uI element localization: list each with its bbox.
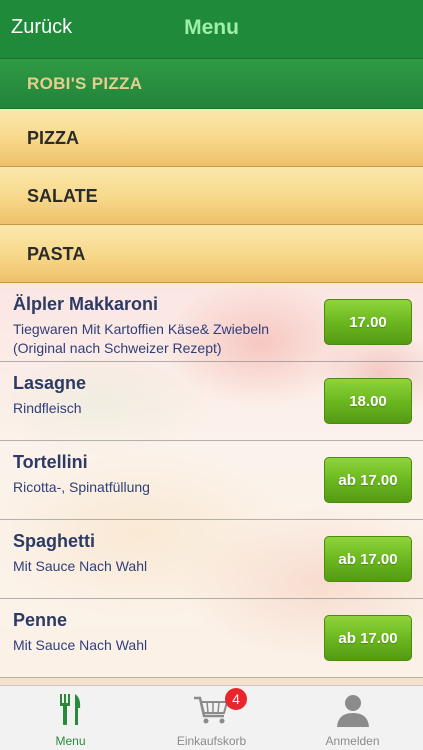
user-icon [335,692,371,733]
navigation-bar: Zurück Menu [0,0,423,58]
item-description: Tiegwaren Mit Kartoffien Käse& Zwiebeln … [13,321,270,356]
tab-label: Anmelden [325,734,380,748]
price-button[interactable]: 17.00 [324,299,412,345]
list-item[interactable]: Penne Mit Sauce Nach Wahl ab 17.00 [0,599,423,678]
restaurant-header: ROBI'S PIZZA [0,58,423,109]
item-name: Lasagne [13,373,87,393]
category-salate[interactable]: SALATE [0,167,423,225]
fork-knife-icon [58,692,84,731]
list-item[interactable]: Spaghetti Mit Sauce Nach Wahl ab 17.00 [0,520,423,599]
category-pizza[interactable]: PIZZA [0,109,423,167]
category-label: SALATE [27,186,98,206]
tab-label: Einkaufskorb [176,734,247,748]
tab-einkaufskorb[interactable]: 4 Einkaufskorb [141,686,282,750]
cart-count-badge: 4 [225,688,247,710]
price-button[interactable]: ab 17.00 [324,536,412,582]
item-description: Rindfleisch [13,400,82,416]
price-button[interactable]: ab 17.00 [324,615,412,661]
item-description: Ricotta-, Spinatfüllung [13,479,150,495]
price-button[interactable]: ab 17.00 [324,457,412,503]
page-title: Menu [184,16,239,39]
list-item[interactable]: Älpler Makkaroni Tiegwaren Mit Kartoffie… [0,283,423,362]
item-name: Älpler Makkaroni [13,294,159,314]
tab-label: Menu [55,734,86,748]
list-item[interactable]: Tortellini Ricotta-, Spinatfüllung ab 17… [0,441,423,520]
item-description: Mit Sauce Nach Wahl [13,637,148,653]
restaurant-name: ROBI'S PIZZA [27,74,143,93]
item-description: Mit Sauce Nach Wahl [13,558,148,574]
category-label: PASTA [27,244,86,264]
tab-menu[interactable]: Menu [0,686,141,750]
list-item[interactable]: Lasagne Rindfleisch 18.00 [0,362,423,441]
item-name: Spaghetti [13,531,96,551]
price-button[interactable]: 18.00 [324,378,412,424]
item-name: Penne [13,610,68,630]
category-label: PIZZA [27,128,79,148]
category-pasta[interactable]: PASTA [0,225,423,283]
tab-anmelden[interactable]: Anmelden [282,686,423,750]
tab-bar: Menu 4 Einkaufskorb Anmelden [0,685,423,750]
item-name: Tortellini [13,452,88,472]
